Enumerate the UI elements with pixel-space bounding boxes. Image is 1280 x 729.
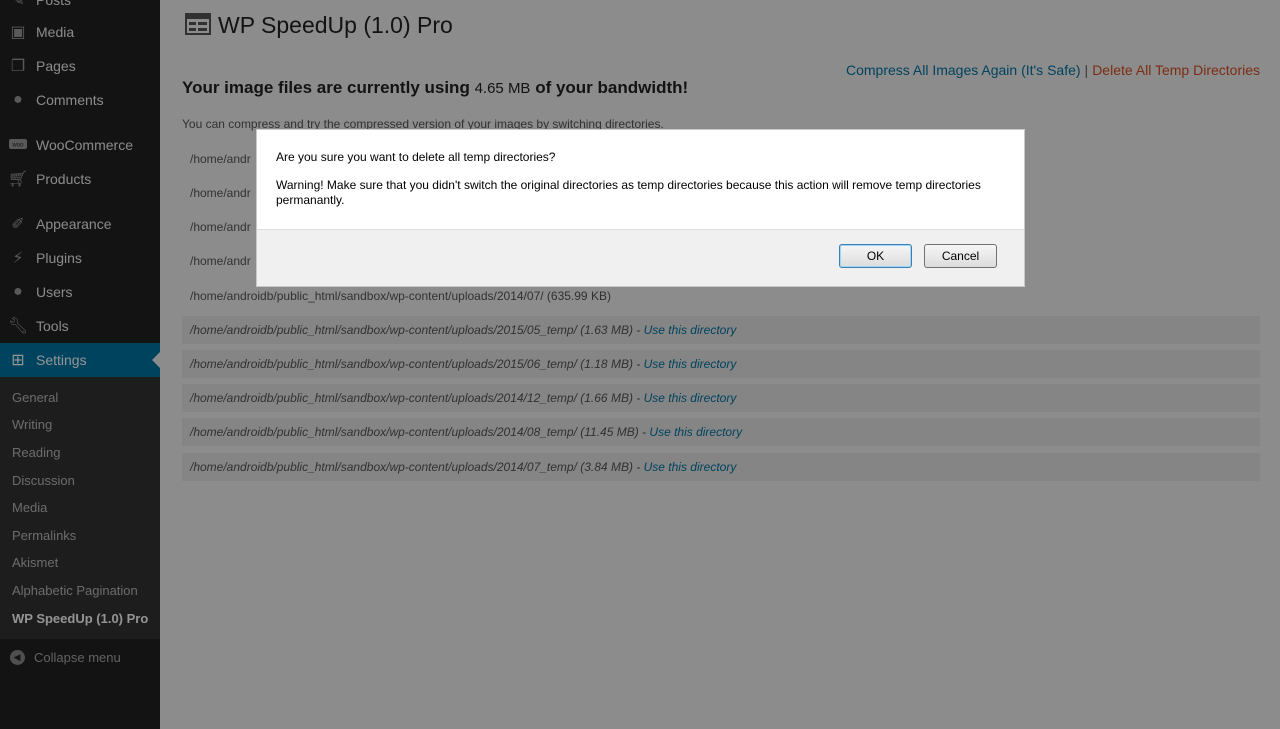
confirm-dialog: Are you sure you want to delete all temp… [256,129,1025,287]
modal-overlay [0,0,1280,729]
cancel-button[interactable]: Cancel [924,244,997,268]
ok-button[interactable]: OK [839,244,912,268]
dialog-question: Are you sure you want to delete all temp… [276,150,556,164]
dialog-warning: Warning! Make sure that you didn't switc… [276,178,981,207]
dialog-body: Are you sure you want to delete all temp… [257,130,1024,230]
dialog-footer: OK Cancel [257,229,1024,286]
